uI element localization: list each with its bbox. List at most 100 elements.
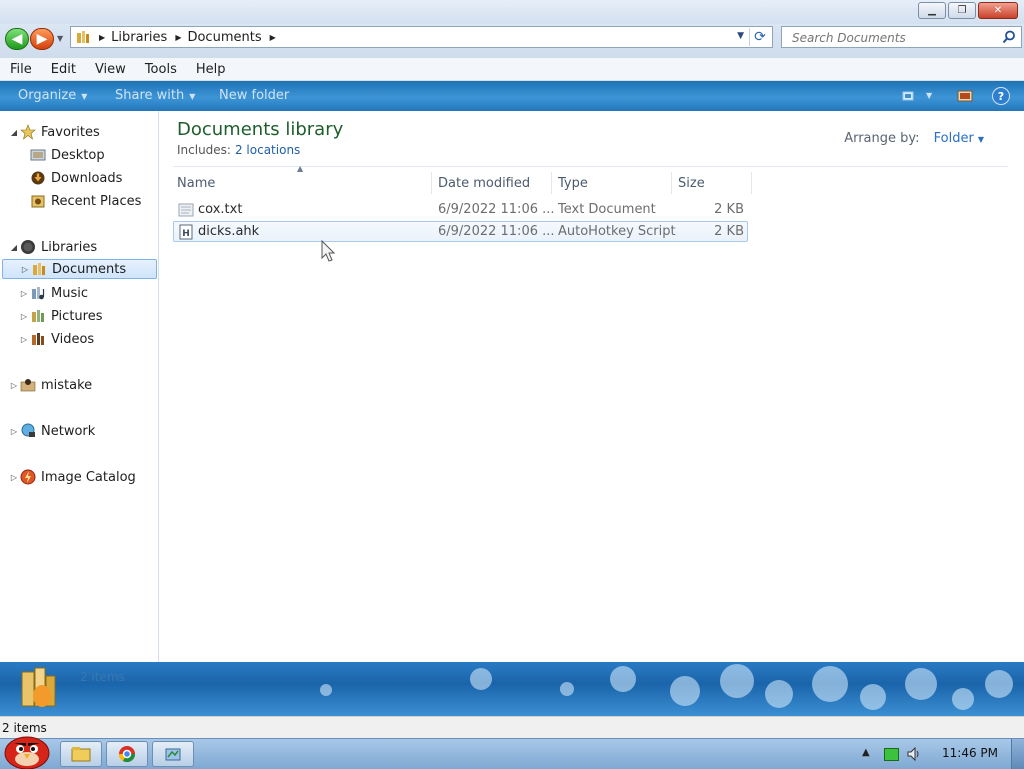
menu-tools[interactable]: Tools — [135, 62, 186, 77]
chevron-down-icon[interactable]: ▼ — [978, 135, 984, 144]
expand-arrow-icon[interactable]: ▷ — [8, 427, 20, 436]
decoration — [470, 668, 492, 690]
file-name: dicks.ahk — [198, 224, 260, 239]
menu-edit[interactable]: Edit — [41, 62, 85, 77]
column-header-type[interactable]: Type — [554, 172, 672, 194]
nav-desktop[interactable]: Desktop — [30, 145, 105, 165]
network-icon — [21, 423, 35, 437]
menu-view[interactable]: View — [85, 62, 135, 77]
file-row[interactable]: cox.txt 6/9/2022 11:06 ... Text Document… — [173, 200, 748, 221]
decoration — [905, 668, 937, 700]
forward-arrow-icon: ▶ — [36, 31, 48, 47]
recent-pages-dropdown[interactable]: ▼ — [57, 34, 63, 43]
details-item-count: 2 items — [80, 670, 125, 684]
show-desktop-button[interactable] — [1011, 739, 1024, 769]
taskbar: ▲ 11:46 PM — [0, 736, 1024, 769]
star-icon — [20, 124, 36, 140]
nav-libraries[interactable]: ◢ Libraries — [8, 237, 97, 257]
status-bar: 2 items — [0, 716, 1024, 739]
column-header-size[interactable]: Size — [674, 172, 752, 194]
taskbar-app-button[interactable] — [152, 741, 194, 767]
expand-arrow-icon[interactable]: ▷ — [18, 335, 30, 344]
forward-button[interactable]: ▶ — [30, 28, 54, 50]
show-hidden-icons-button[interactable]: ▲ — [862, 747, 870, 758]
search-input[interactable] — [790, 28, 994, 48]
address-dropdown[interactable]: ▼ — [737, 31, 744, 41]
arrange-by-dropdown[interactable]: Folder — [934, 131, 974, 146]
menu-help[interactable]: Help — [186, 62, 235, 77]
taskbar-chrome-button[interactable] — [106, 741, 148, 767]
new-folder-button[interactable]: New folder — [219, 88, 289, 103]
network-status-icon[interactable] — [884, 748, 899, 761]
chrome-icon — [118, 746, 136, 763]
nav-image-catalog[interactable]: ▷ Image Catalog — [8, 467, 136, 487]
back-button[interactable]: ◀ — [5, 28, 29, 50]
collapse-arrow-icon[interactable]: ◢ — [8, 243, 20, 252]
share-with-button[interactable]: Share with ▼ — [115, 88, 195, 103]
taskbar-explorer-button[interactable] — [60, 741, 102, 767]
title-bar: ▁ ❐ ✕ — [0, 0, 1024, 24]
navigation-pane: ◢ Favorites Desktop Downloads Recent Pla… — [0, 111, 159, 662]
expand-arrow-icon[interactable]: ▷ — [18, 289, 30, 298]
decoration — [985, 670, 1013, 698]
collapse-arrow-icon[interactable]: ◢ — [8, 128, 20, 137]
help-icon[interactable]: ? — [992, 87, 1010, 105]
nav-pictures-label: Pictures — [51, 308, 103, 324]
breadcrumb-separator[interactable]: ▶ — [175, 33, 181, 42]
search-icon[interactable] — [1002, 30, 1016, 44]
script-icon: H — [179, 224, 193, 240]
column-header-name[interactable]: Name — [173, 172, 432, 194]
clock[interactable]: 11:46 PM — [942, 746, 998, 760]
breadcrumb-separator[interactable]: ▶ — [99, 33, 105, 42]
library-icon — [77, 31, 89, 43]
nav-image-catalog-label: Image Catalog — [41, 469, 136, 485]
search-box[interactable] — [781, 26, 1022, 48]
nav-favorites[interactable]: ◢ Favorites — [8, 122, 100, 142]
address-bar[interactable]: ▶ Libraries ▶ Documents ▶ ▼ ⟳ — [70, 26, 773, 48]
start-button[interactable] — [2, 731, 52, 769]
content-area: Documents library Includes: 2 locations A… — [159, 111, 1024, 662]
organize-button[interactable]: Organize ▼ — [18, 88, 87, 103]
menu-bar: File Edit View Tools Help — [0, 58, 1024, 81]
nav-documents[interactable]: ▷ Documents — [2, 259, 157, 279]
minimize-button[interactable]: ▁ — [918, 2, 946, 19]
locations-link[interactable]: 2 locations — [235, 143, 300, 157]
desktop-icon — [30, 149, 46, 161]
nav-network-label: Network — [41, 423, 96, 439]
nav-videos[interactable]: ▷ Videos — [18, 329, 94, 349]
breadcrumb-libraries[interactable]: Libraries — [111, 30, 167, 45]
close-button[interactable]: ✕ — [978, 2, 1018, 19]
volume-icon[interactable] — [906, 746, 922, 762]
decoration — [670, 676, 700, 706]
nav-mistake[interactable]: ▷ mistake — [8, 375, 92, 395]
decoration — [320, 684, 332, 696]
breadcrumb-documents[interactable]: Documents — [187, 30, 261, 45]
recent-places-icon — [31, 195, 45, 208]
view-options-dropdown[interactable]: ▼ — [926, 91, 932, 100]
refresh-button[interactable]: ⟳ — [749, 28, 770, 46]
music-library-icon — [32, 287, 45, 300]
nav-mistake-label: mistake — [41, 377, 93, 393]
nav-recent-places[interactable]: Recent Places — [30, 191, 141, 211]
nav-music[interactable]: ▷ Music — [18, 283, 88, 303]
file-date: 6/9/2022 11:06 ... — [438, 224, 555, 239]
menu-file[interactable]: File — [0, 62, 41, 77]
nav-downloads-label: Downloads — [51, 170, 123, 186]
restore-button[interactable]: ❐ — [948, 2, 976, 19]
library-includes: Includes: 2 locations — [177, 143, 300, 157]
file-row[interactable]: H dicks.ahk 6/9/2022 11:06 ... AutoHotke… — [173, 221, 748, 242]
decoration — [720, 664, 754, 698]
nav-network[interactable]: ▷ Network — [8, 421, 95, 441]
expand-arrow-icon[interactable]: ▷ — [18, 312, 30, 321]
change-view-icon[interactable] — [902, 89, 918, 103]
nav-downloads[interactable]: Downloads — [30, 168, 122, 188]
column-header-date-modified[interactable]: Date modified — [434, 172, 552, 194]
preview-pane-icon[interactable] — [957, 89, 973, 103]
decoration — [952, 688, 974, 710]
expand-arrow-icon[interactable]: ▷ — [8, 381, 20, 390]
expand-arrow-icon[interactable]: ▷ — [19, 265, 31, 274]
breadcrumb-separator[interactable]: ▶ — [270, 33, 276, 42]
expand-arrow-icon[interactable]: ▷ — [8, 473, 20, 482]
nav-pictures[interactable]: ▷ Pictures — [18, 306, 103, 326]
decoration — [860, 684, 886, 710]
